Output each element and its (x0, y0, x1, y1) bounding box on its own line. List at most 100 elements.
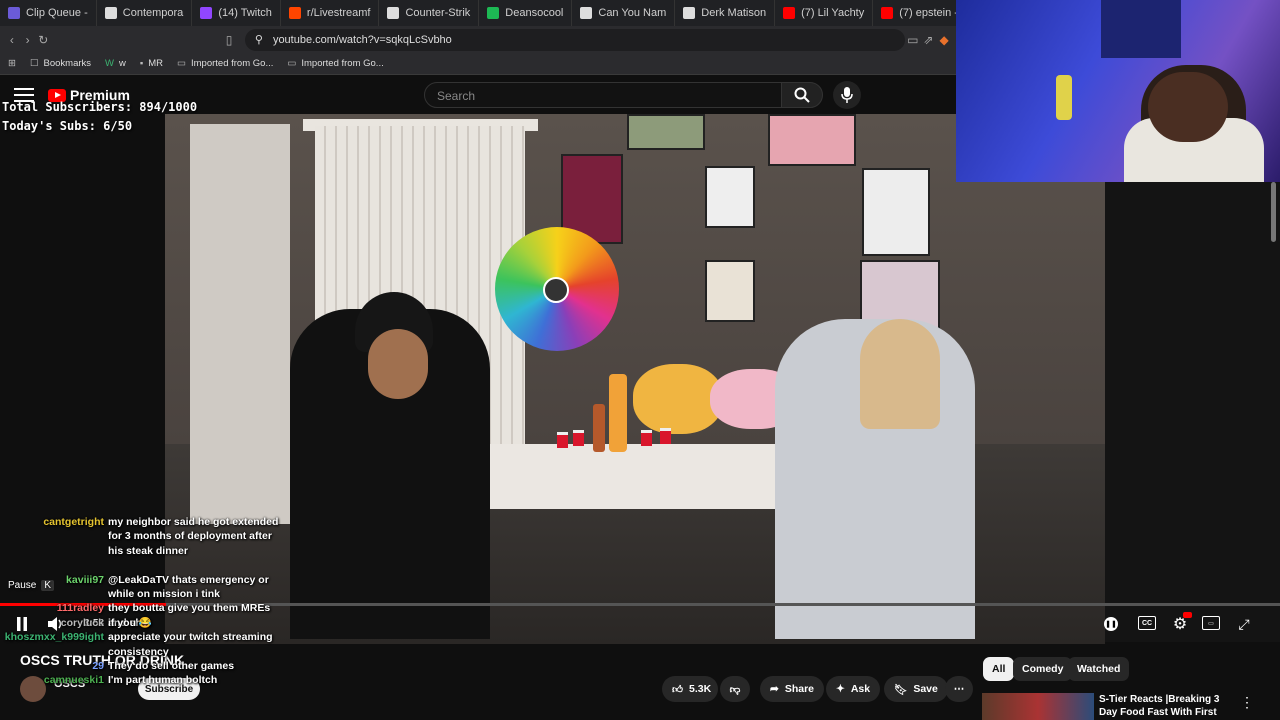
ask-button[interactable]: ✦ Ask (826, 676, 881, 702)
bookmark-icon: ☐ (29, 58, 39, 69)
apps-grid-icon[interactable]: ⊞ (8, 58, 16, 69)
share-icon: ➦ (770, 683, 779, 695)
folder-icon: ▭ (287, 58, 297, 69)
dislike-button[interactable]: 👎︎ (720, 676, 750, 702)
tab-label: Can You Nam (598, 7, 667, 19)
reload-icon[interactable]: ↻ (35, 33, 51, 47)
tab-label: r/Livestreamf (306, 7, 371, 19)
miniplayer-button[interactable]: ▭ (1202, 616, 1220, 630)
total-subscribers-stat: Total Subscribers: 894/1000 (2, 100, 198, 114)
recommended-more-icon[interactable]: ⋮ (1240, 694, 1254, 711)
thumbs-down-icon: 👎︎ (729, 683, 741, 696)
recommended-video-title[interactable]: S-Tier Reacts |Breaking 3 Day Food Fast … (1099, 693, 1229, 720)
share-page-icon[interactable]: ⇗ (921, 33, 937, 47)
browser-tab[interactable]: r/Livestreamf (281, 0, 380, 26)
search-input[interactable]: Search (424, 82, 782, 108)
browser-tab[interactable]: Can You Nam (572, 0, 676, 26)
chat-text: appreciate your twitch streaming consist… (108, 631, 273, 658)
fullscreen-icon: ⤢ (1238, 615, 1250, 632)
fullscreen-button[interactable]: ⤢ (1234, 614, 1254, 634)
filter-chip-all[interactable]: All (983, 657, 1015, 681)
captions-button[interactable]: CC (1138, 616, 1156, 630)
bookmark-label: Bookmarks (43, 58, 92, 69)
browser-tab[interactable]: Derk Matison (675, 0, 776, 26)
search-button[interactable] (781, 82, 823, 108)
autoplay-toggle[interactable]: ❚❚ (1104, 617, 1118, 631)
save-button[interactable]: 🔖︎ Save (884, 676, 948, 702)
today-subs-stat: Today's Subs: 6/50 (2, 119, 133, 133)
share-button[interactable]: ➦ Share (760, 676, 824, 702)
tab-favicon-icon (8, 7, 20, 19)
chat-text: I'm part human boltch (108, 674, 218, 687)
w-icon: W (105, 58, 114, 69)
tab-favicon-icon (104, 7, 117, 19)
hd-badge (1183, 612, 1192, 618)
browser-tab[interactable]: (14) Twitch (192, 0, 281, 26)
tab-label: (7) Lil Yachty (801, 7, 865, 19)
bookmark-icon: 🔖︎ (894, 683, 908, 696)
cast-icon[interactable]: ▭ (905, 33, 921, 47)
bookmark-label: Imported from Go... (191, 58, 274, 69)
tab-favicon-icon (783, 7, 796, 19)
bookmark-label: Imported from Go... (301, 58, 384, 69)
page-scrollbar[interactable] (1271, 182, 1276, 242)
more-horizontal-icon: ⋯ (953, 683, 965, 695)
search-icon (794, 87, 810, 103)
chat-text: @LeakDaTV thats emergency or while on mi… (108, 573, 269, 600)
bookmarks-bar: ⊞ ☐ Bookmarks Ww ▪ MR ▭ Imported from Go... ▭ Im… (0, 53, 956, 75)
bookmark-item[interactable]: ▭ Imported from Go... (287, 58, 383, 69)
video-frame[interactable] (165, 114, 1105, 644)
chat-text: if you 😂 (108, 616, 152, 629)
tab-label: (7) epstein - Y (899, 7, 956, 19)
chat-username: 111radley (56, 602, 104, 615)
forward-icon[interactable]: › (20, 33, 36, 47)
mr-icon: ▪ (139, 58, 144, 69)
tab-label: Clip Queue - (26, 7, 88, 19)
more-actions-button[interactable]: ⋯ (945, 676, 973, 702)
tab-label: Counter-Strik (405, 7, 471, 19)
streamer-webcam (956, 0, 1280, 182)
tab-favicon-icon (487, 7, 500, 19)
browser-tab[interactable]: Contempora (97, 0, 193, 26)
extension-icon[interactable]: ◆ (936, 33, 952, 47)
sparkle-icon: ✦ (836, 683, 845, 695)
tab-label: Derk Matison (701, 7, 767, 19)
tab-label: Deansocool (505, 7, 564, 19)
url-text: youtube.com/watch?v=sqkqLcSvbho (272, 33, 452, 46)
chat-overlay: cantgetright my neighbor said he got exte… (0, 515, 290, 720)
site-info-icon[interactable]: ⚲ (255, 33, 263, 46)
tab-label: Contempora (122, 7, 184, 19)
back-icon[interactable]: ‹ (4, 33, 20, 47)
tab-favicon-icon (881, 7, 894, 19)
tab-favicon-icon (200, 7, 213, 19)
browser-tab[interactable]: Clip Queue - (0, 0, 97, 26)
ask-label: Ask (850, 683, 871, 695)
captions-icon: CC (1141, 619, 1153, 627)
right-sidebar (1105, 182, 1280, 642)
bookmark-item[interactable]: Ww (105, 58, 126, 69)
bookmark-item[interactable]: ☐ Bookmarks (30, 58, 91, 69)
bookmark-label: MR (148, 58, 164, 69)
mic-icon (841, 87, 853, 103)
filter-chip-comedy[interactable]: Comedy (1013, 657, 1073, 681)
chat-username: 29 (92, 660, 104, 672)
save-label: Save (913, 683, 938, 695)
filter-chip-watched[interactable]: Watched (1068, 657, 1130, 681)
like-button[interactable]: 👍︎ 5.3K (662, 676, 718, 702)
browser-nav-bar: ‹ › ↻ ▯ ⚲ youtube.com/watch?v=sqkqLcSvbh… (0, 26, 956, 53)
voice-search-button[interactable] (833, 81, 861, 109)
recommended-video-thumbnail[interactable] (982, 693, 1094, 720)
chat-username: camnueski1 (43, 674, 104, 687)
browser-tab[interactable]: (7) epstein - Y (873, 0, 956, 26)
bookmark-item[interactable]: ▭ Imported from Go... (177, 58, 273, 69)
browser-tab[interactable]: Counter-Strik (379, 0, 480, 26)
chat-username: cantgetright (43, 516, 104, 528)
bookmark-item[interactable]: ▪ MR (140, 58, 163, 69)
address-bar[interactable]: ⚲ youtube.com/watch?v=sqkqLcSvbho (244, 28, 905, 51)
browser-tab-bar: Clip Queue - Contempora (14) Twitch r/Lives… (0, 0, 956, 26)
bookmark-star-icon[interactable]: ▯ (221, 33, 237, 47)
tab-favicon-icon (683, 7, 696, 19)
browser-tab[interactable]: (7) Lil Yachty (775, 0, 874, 26)
tab-label: (14) Twitch (218, 7, 272, 19)
browser-tab[interactable]: Deansocool (479, 0, 573, 26)
